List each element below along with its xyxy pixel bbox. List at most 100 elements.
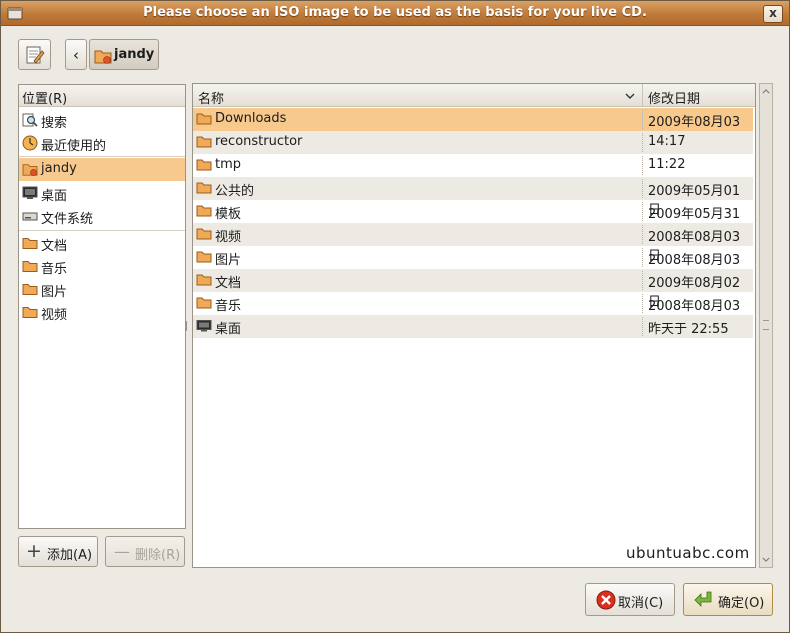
file-name: 桌面 — [215, 322, 242, 337]
file-date: 14:17 — [648, 134, 686, 149]
minus-icon: — — [114, 542, 130, 561]
ok-label: 确定(O) — [718, 596, 765, 611]
column-date-label: 修改日期 — [648, 92, 701, 107]
watermark-text: ubuntuabc.com — [626, 544, 750, 562]
recent-icon — [22, 135, 38, 151]
file-date: 11:22 — [648, 157, 686, 172]
file-chooser-dialog: Please choose an ISO image to be used as… — [0, 0, 790, 633]
file-row-documents[interactable]: 文档 2009年08月02日 — [193, 269, 753, 310]
file-row-desktop[interactable]: 桌面 昨天于 22:55 — [193, 315, 753, 338]
place-label: 音乐 — [41, 262, 68, 277]
folder-icon — [196, 159, 212, 171]
folder-icon — [22, 284, 38, 295]
place-music[interactable]: 音乐 — [19, 255, 185, 278]
remove-bookmark-button[interactable]: — 删除(R) — [105, 536, 185, 567]
file-row-music[interactable]: 音乐 2008年08月03日 — [193, 292, 753, 333]
file-list: 名称 修改日期 Downloads 2009年08月03日 reconstruc… — [192, 83, 756, 568]
chevron-left-icon: ‹ — [73, 46, 79, 64]
folder-icon — [196, 274, 212, 286]
place-label: 文档 — [41, 239, 68, 254]
desktop-icon — [196, 320, 212, 332]
home-folder-icon — [94, 50, 112, 64]
places-header-label: 位置(R) — [22, 92, 68, 107]
path-back-button[interactable]: ‹ — [65, 39, 87, 70]
place-label: 图片 — [41, 285, 68, 300]
places-divider — [19, 230, 185, 231]
add-bookmark-label: 添加(A) — [47, 548, 93, 563]
column-header-name[interactable]: 名称 — [193, 84, 643, 107]
folder-icon — [196, 228, 212, 240]
column-header-date[interactable]: 修改日期 — [643, 84, 755, 107]
folder-icon — [196, 182, 212, 194]
place-filesystem[interactable]: 文件系统 — [19, 205, 185, 228]
place-documents[interactable]: 文档 — [19, 232, 185, 255]
folder-icon — [196, 297, 212, 309]
place-label: 搜索 — [41, 116, 68, 131]
title-bar[interactable]: Please choose an ISO image to be used as… — [1, 1, 789, 26]
confirm-arrow-icon — [694, 591, 712, 607]
file-row-reconstructor[interactable]: reconstructor 14:17 — [193, 131, 753, 154]
folder-icon — [22, 307, 38, 318]
place-home[interactable]: jandy — [19, 158, 185, 181]
file-name: reconstructor — [215, 134, 303, 149]
place-label: 最近使用的 — [41, 139, 107, 154]
place-desktop[interactable]: 桌面 — [19, 182, 185, 205]
folder-icon — [22, 238, 38, 249]
drive-icon — [22, 212, 38, 221]
file-name: 公共的 — [215, 184, 255, 199]
file-row-templates[interactable]: 模板 2009年05月31日 — [193, 200, 753, 241]
place-search[interactable]: 搜索 — [19, 109, 185, 132]
file-row-pictures[interactable]: 图片 2008年08月03日 — [193, 246, 753, 287]
file-name: 模板 — [215, 207, 242, 222]
file-date: 昨天于 22:55 — [648, 322, 729, 337]
search-icon — [22, 113, 38, 127]
file-row-tmp[interactable]: tmp 11:22 — [193, 154, 753, 177]
place-label: 桌面 — [41, 189, 68, 204]
folder-icon — [22, 261, 38, 272]
folder-icon — [196, 136, 212, 148]
place-pictures[interactable]: 图片 — [19, 278, 185, 301]
plus-icon: + — [26, 540, 42, 562]
file-name: 音乐 — [215, 299, 242, 314]
folder-icon — [196, 251, 212, 263]
file-row-public[interactable]: 公共的 2009年05月01日 — [193, 177, 753, 218]
close-button[interactable]: x — [763, 5, 783, 23]
file-name: 文档 — [215, 276, 242, 291]
cancel-label: 取消(C) — [618, 596, 664, 611]
place-videos[interactable]: 视频 — [19, 301, 185, 324]
folder-icon — [196, 205, 212, 217]
file-name: 图片 — [215, 253, 242, 268]
file-row-videos[interactable]: 视频 2008年08月03日 — [193, 223, 753, 264]
home-folder-icon — [22, 164, 38, 176]
file-name: tmp — [215, 157, 242, 172]
type-location-button[interactable] — [18, 39, 51, 70]
pane-resize-handle[interactable] — [186, 321, 193, 331]
scroll-up-icon[interactable] — [762, 89, 770, 94]
file-name: Downloads — [215, 111, 287, 126]
column-name-label: 名称 — [198, 92, 225, 107]
file-row-downloads[interactable]: Downloads 2009年08月03日 — [193, 108, 753, 149]
place-recent[interactable]: 最近使用的 — [19, 132, 185, 155]
path-button-label: jandy — [114, 47, 155, 62]
add-bookmark-button[interactable]: + 添加(A) — [18, 536, 98, 567]
ok-button[interactable]: 确定(O) — [683, 583, 773, 616]
place-label: 文件系统 — [41, 212, 94, 227]
places-header[interactable]: 位置(R) — [19, 85, 185, 107]
places-sidebar: 位置(R) 搜索 最近使用的 jandy 桌面 文件系统 文档 音乐 图片 视频 — [18, 84, 186, 529]
scrollbar-thumb-grip[interactable] — [763, 320, 769, 330]
desktop-icon — [22, 186, 38, 199]
folder-icon — [196, 113, 212, 125]
window-title: Please choose an ISO image to be used as… — [143, 5, 647, 20]
path-button-home[interactable]: jandy — [89, 39, 159, 70]
remove-bookmark-label: 删除(R) — [135, 548, 181, 563]
place-label: jandy — [41, 161, 77, 176]
file-name: 视频 — [215, 230, 242, 245]
edit-icon — [26, 46, 45, 64]
chevron-down-icon — [625, 93, 635, 99]
scroll-down-icon[interactable] — [762, 557, 770, 562]
places-divider — [19, 156, 185, 157]
place-label: 视频 — [41, 308, 68, 323]
cancel-icon — [596, 590, 616, 610]
vertical-scrollbar[interactable] — [759, 83, 773, 568]
cancel-button[interactable]: 取消(C) — [585, 583, 675, 616]
